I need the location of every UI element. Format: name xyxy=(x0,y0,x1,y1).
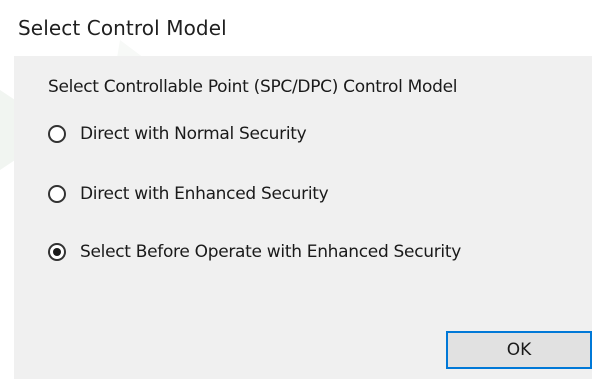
option-label[interactable]: Direct with Enhanced Security xyxy=(80,184,329,204)
radio-button-selected[interactable] xyxy=(48,243,66,261)
ok-button[interactable]: OK xyxy=(446,331,592,369)
control-model-group-label: Select Controllable Point (SPC/DPC) Cont… xyxy=(48,77,458,97)
dialog-client-area: Select Controllable Point (SPC/DPC) Cont… xyxy=(14,56,592,379)
dialog-window: Select Control Model Select Controllable… xyxy=(0,0,592,379)
option-label[interactable]: Direct with Normal Security xyxy=(80,124,307,144)
radio-button[interactable] xyxy=(48,185,66,203)
option-direct-enhanced-security[interactable]: Direct with Enhanced Security xyxy=(48,180,329,208)
dialog-title: Select Control Model xyxy=(18,16,227,40)
option-direct-normal-security[interactable]: Direct with Normal Security xyxy=(48,120,307,148)
title-bar: Select Control Model xyxy=(0,0,592,54)
ok-button-label: OK xyxy=(506,340,532,360)
option-sbo-enhanced-security[interactable]: Select Before Operate with Enhanced Secu… xyxy=(48,238,461,266)
option-label[interactable]: Select Before Operate with Enhanced Secu… xyxy=(80,242,461,262)
radio-button[interactable] xyxy=(48,125,66,143)
